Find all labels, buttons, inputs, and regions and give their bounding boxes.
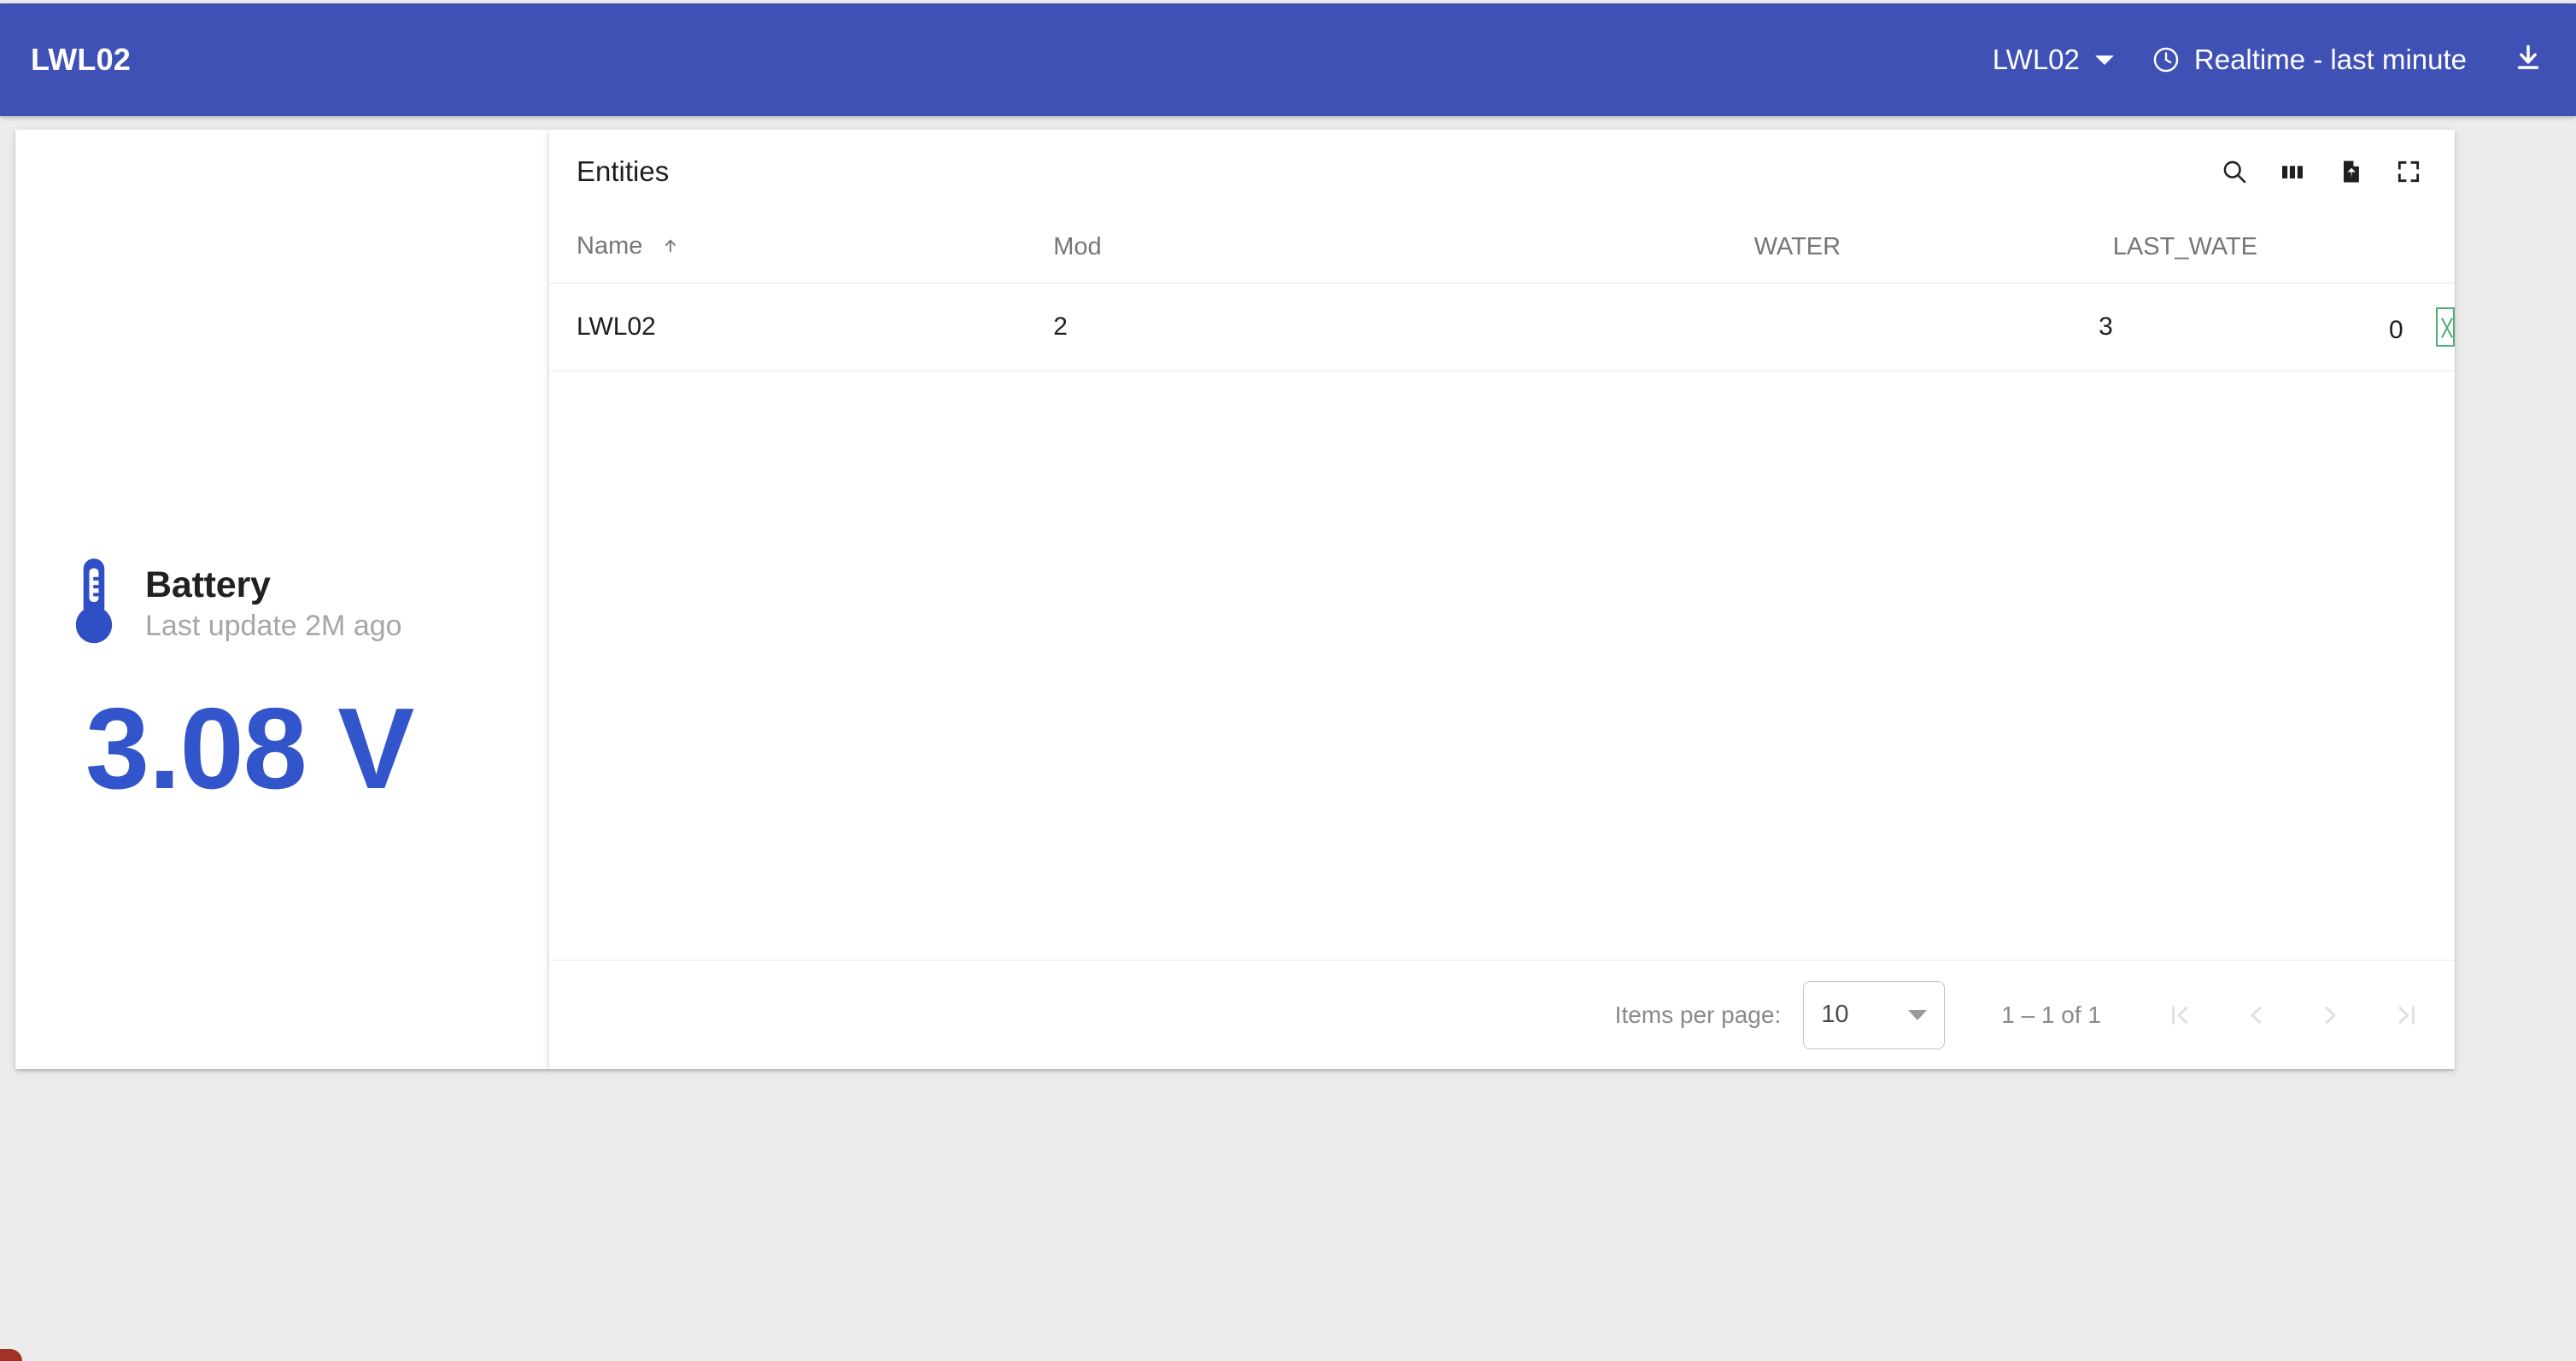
time-range-label: Realtime - last minute: [2193, 44, 2467, 75]
first-page-button[interactable]: [2166, 1001, 2195, 1030]
previous-page-button[interactable]: [2241, 1001, 2270, 1030]
table-body: LWL02 2 3 0: [549, 283, 2455, 371]
cell-name: LWL02: [549, 283, 1054, 371]
corner-accent: [0, 1349, 22, 1361]
table-head: Name Mod WATER LAST_WATE: [549, 213, 2455, 283]
device-selector[interactable]: LWL02: [1993, 44, 2114, 76]
entities-toolbar: [2221, 158, 2422, 185]
cell-water: 3: [1753, 283, 2113, 371]
battery-content: Battery Last update 2M ago 3.08 V: [68, 555, 414, 813]
table-header-row: Name Mod WATER LAST_WATE: [549, 213, 2455, 283]
download-button[interactable]: [2513, 43, 2544, 78]
file-export-icon[interactable]: [2337, 158, 2364, 185]
battery-title: Battery: [145, 564, 271, 606]
entities-table: Name Mod WATER LAST_WATE LWL02 2 3 0: [549, 213, 2455, 371]
entities-card: Entities Name Mod WATER LAST_WATE LWL02 …: [549, 130, 2455, 1069]
search-icon[interactable]: [2221, 158, 2248, 185]
time-range-selector[interactable]: Realtime - last minute: [2152, 44, 2467, 76]
column-header-name-label: Name: [577, 232, 643, 260]
battery-last-update: Last update 2M ago: [145, 610, 402, 643]
battery-card: Battery Last update 2M ago 3.08 V: [15, 130, 549, 1069]
clock-icon: [2152, 45, 2181, 74]
battery-value: 3.08 V: [85, 684, 414, 813]
table-paginator: Items per page: 10 1 – 1 of 1: [549, 960, 2455, 1069]
battery-text-block: Battery Last update 2M ago: [145, 564, 402, 644]
app-bar-actions: LWL02 Realtime - last minute: [1993, 43, 2544, 78]
cell-mod: 2: [1053, 283, 1754, 371]
app-bar: LWL02 LWL02 Realtime - last minute: [0, 3, 2576, 116]
app-title: LWL02: [31, 42, 132, 77]
entities-title: Entities: [577, 155, 670, 187]
columns-icon[interactable]: [2279, 158, 2306, 185]
cell-last-water-value: 0: [2388, 316, 2403, 344]
table-row[interactable]: LWL02 2 3 0: [549, 283, 2455, 371]
pagination-nav: [2166, 1001, 2421, 1030]
entities-table-container: Name Mod WATER LAST_WATE LWL02 2 3 0: [549, 213, 2455, 960]
items-per-page-value: 10: [1821, 1001, 1849, 1028]
items-per-page-label: Items per page:: [1614, 1001, 1782, 1028]
column-header-mod[interactable]: Mod: [1053, 213, 1754, 283]
column-header-last-water[interactable]: LAST_WATE: [2112, 213, 2455, 283]
pagination-range-label: 1 – 1 of 1: [2001, 1001, 2101, 1028]
thermometer-icon: [68, 555, 120, 653]
column-header-water[interactable]: WATER: [1753, 213, 2113, 283]
device-selector-label: LWL02: [1992, 44, 2080, 75]
items-per-page-select[interactable]: 10: [1803, 980, 1946, 1049]
fullscreen-icon[interactable]: [2395, 158, 2422, 185]
missing-glyph-box-icon: [2436, 307, 2455, 347]
column-header-name[interactable]: Name: [549, 213, 1054, 283]
battery-header: Battery Last update 2M ago: [68, 555, 413, 653]
entities-header: Entities: [549, 130, 2455, 213]
download-icon: [2513, 43, 2544, 78]
chevron-down-icon: [1908, 1009, 1928, 1020]
next-page-button[interactable]: [2316, 1001, 2345, 1030]
chevron-down-icon: [2094, 55, 2114, 65]
arrow-up-icon: [661, 234, 680, 262]
last-page-button[interactable]: [2392, 1001, 2421, 1030]
cell-last-water: 0: [2112, 283, 2455, 371]
